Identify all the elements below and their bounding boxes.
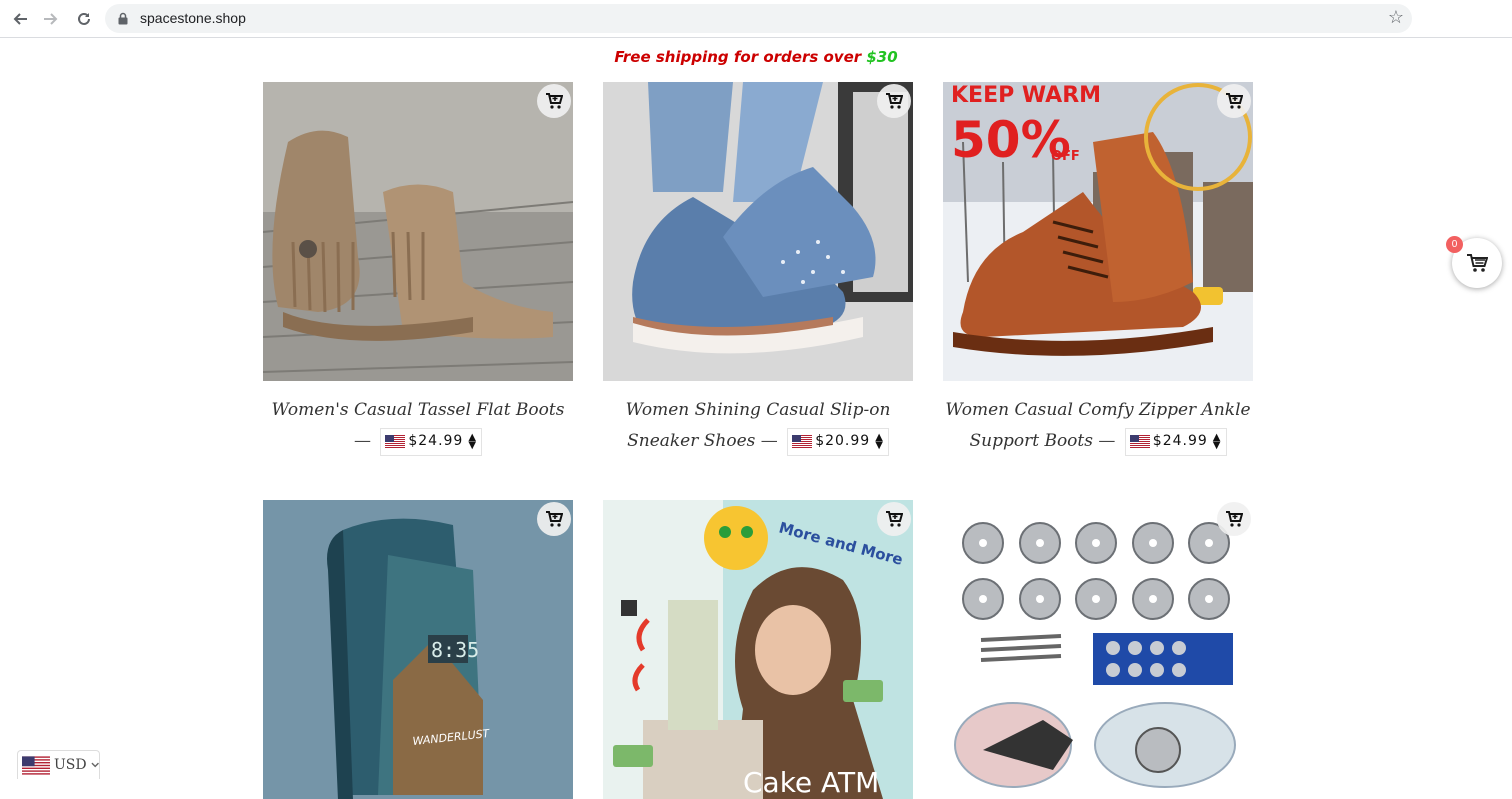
forward-button[interactable] (39, 7, 63, 31)
product-info: Women's Casual Tassel Flat Boots — $24.9… (263, 395, 573, 457)
sort-arrows-icon: ▲ ▼ (875, 431, 884, 451)
product-card[interactable]: KEEP WARM 50% OFF Women Casual Comfy Zip… (943, 82, 1253, 457)
bookmark-star-icon[interactable]: ☆ (1388, 7, 1404, 28)
add-to-cart-button[interactable] (1217, 84, 1251, 118)
price-separator: — (353, 431, 371, 451)
arrow-left-icon (13, 13, 27, 25)
product-image[interactable] (603, 82, 913, 381)
product-info: Women Casual Comfy Zipper Ankle Support … (943, 395, 1253, 457)
currency-selector[interactable]: USD (17, 750, 100, 779)
product-image[interactable] (943, 500, 1253, 799)
chevron-down-icon (91, 762, 99, 768)
product-image[interactable]: More and More Cake ATM (603, 500, 913, 799)
price-separator: — (1098, 431, 1116, 451)
product-image[interactable]: KEEP WARM 50% OFF (943, 82, 1253, 381)
price-selector[interactable]: $24.99 ▲ ▼ (1124, 427, 1227, 456)
us-flag-icon (385, 435, 406, 448)
us-flag-icon (1129, 435, 1150, 448)
product-card[interactable] (943, 500, 1253, 799)
product-title[interactable]: Women's Casual Tassel Flat Boots (272, 400, 565, 420)
url-text: spacestone.shop (140, 10, 246, 26)
cart-icon (1467, 254, 1488, 272)
back-button[interactable] (8, 7, 32, 31)
cart-plus-icon (886, 93, 903, 109)
cart-plus-icon (1226, 511, 1243, 527)
add-to-cart-button[interactable] (537, 502, 571, 536)
us-flag-icon (792, 435, 813, 448)
reload-button[interactable] (72, 7, 96, 31)
promo-text-bottom: Cake ATM (743, 766, 879, 799)
cart-plus-icon (886, 511, 903, 527)
product-price: $24.99 (1152, 433, 1208, 449)
banner-off: OFF (1051, 149, 1080, 164)
floating-cart-button[interactable]: 0 (1446, 236, 1502, 288)
product-card[interactable]: More and More Cake ATM (603, 500, 913, 799)
product-price: $20.99 (815, 433, 871, 449)
product-image[interactable]: 8:35 WANDERLUST (263, 500, 573, 799)
price-selector[interactable]: $20.99 ▲ ▼ (787, 427, 889, 456)
product-card[interactable]: Women's Casual Tassel Flat Boots — $24.9… (263, 82, 573, 457)
watch-time: 8:35 (431, 638, 479, 662)
address-bar[interactable]: spacestone.shop ☆ (105, 4, 1412, 33)
product-card[interactable]: Women Shining Casual Slip-on Sneaker Sho… (603, 82, 913, 457)
add-to-cart-button[interactable] (537, 84, 571, 118)
cart-count-badge: 0 (1446, 236, 1463, 253)
reload-icon (78, 12, 90, 25)
sort-arrows-icon: ▲ ▼ (468, 431, 478, 451)
price-selector[interactable]: $24.99 ▲ ▼ (380, 427, 483, 456)
product-image[interactable] (263, 82, 573, 381)
arrow-right-icon (44, 13, 58, 25)
product-info: Women Shining Casual Slip-on Sneaker Sho… (603, 395, 913, 457)
announcement-bar: Free shipping for orders over $30 (0, 48, 1512, 66)
product-price: $24.99 (408, 433, 464, 449)
cart-plus-icon (1226, 93, 1243, 109)
add-to-cart-button[interactable] (877, 84, 911, 118)
sort-arrows-icon: ▲ ▼ (1212, 431, 1222, 451)
us-flag-icon (22, 755, 50, 775)
cart-plus-icon (546, 511, 563, 527)
add-to-cart-button[interactable] (1217, 502, 1251, 536)
currency-code: USD (53, 757, 87, 773)
announcement-amount: $30 (866, 48, 898, 66)
lock-icon (118, 12, 128, 30)
banner-title: KEEP WARM (951, 83, 1101, 108)
price-separator: — (760, 431, 778, 451)
browser-toolbar: spacestone.shop ☆ (0, 0, 1512, 38)
product-card[interactable]: 8:35 WANDERLUST (263, 500, 573, 799)
cart-plus-icon (546, 93, 563, 109)
add-to-cart-button[interactable] (877, 502, 911, 536)
announcement-text: Free shipping for orders over (614, 48, 867, 66)
